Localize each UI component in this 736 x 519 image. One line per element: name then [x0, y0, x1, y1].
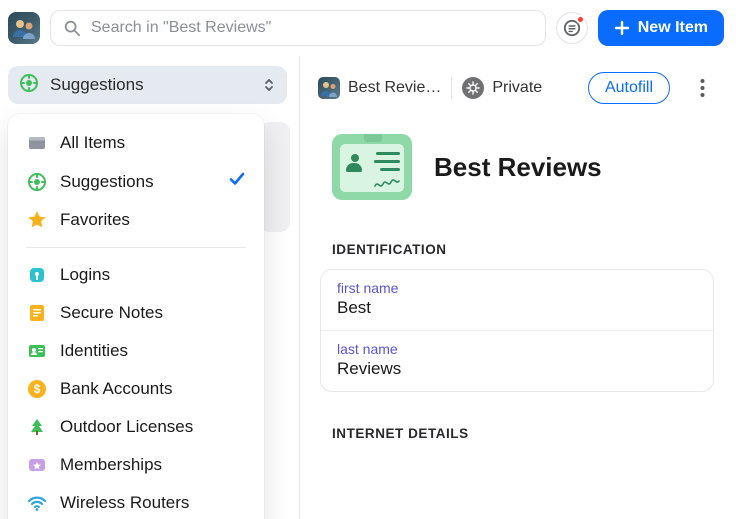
wifi-icon	[26, 492, 48, 514]
suggestions-icon	[18, 72, 40, 99]
identity-card-icon	[332, 134, 412, 200]
dropdown-item-suggestions[interactable]: Suggestions	[8, 162, 264, 201]
dropdown-item-label: Bank Accounts	[60, 379, 172, 399]
search-field[interactable]	[50, 10, 546, 46]
field-last-name[interactable]: last name Reviews	[321, 330, 713, 391]
plus-icon	[614, 20, 630, 36]
star-icon	[26, 209, 48, 231]
dropdown-item-secure-notes[interactable]: Secure Notes	[8, 294, 264, 332]
account-avatar[interactable]	[8, 12, 40, 44]
field-value: Reviews	[337, 359, 697, 379]
dropdown-item-label: Secure Notes	[60, 303, 163, 323]
dropdown-separator	[26, 247, 246, 248]
new-item-label: New Item	[638, 19, 708, 37]
category-selector[interactable]: Suggestions	[8, 66, 287, 104]
section-heading-identification: IDENTIFICATION	[332, 242, 716, 257]
bank-icon: $	[26, 378, 48, 400]
item-header: Best Reviews	[318, 134, 716, 200]
breadcrumb-separator	[451, 77, 452, 99]
dropdown-item-label: Memberships	[60, 455, 162, 475]
new-item-button[interactable]: New Item	[598, 10, 724, 46]
left-column: Suggestions All Items Suggestions	[0, 56, 300, 519]
dropdown-item-all-items[interactable]: All Items	[8, 124, 264, 162]
field-value: Best	[337, 298, 697, 318]
ellipsis-vertical-icon	[700, 78, 705, 98]
dropdown-item-favorites[interactable]: Favorites	[8, 201, 264, 239]
section-heading-internet: INTERNET DETAILS	[332, 426, 716, 441]
category-selector-label: Suggestions	[50, 75, 251, 95]
tree-icon	[26, 416, 48, 438]
dropdown-item-logins[interactable]: Logins	[8, 256, 264, 294]
breadcrumb-account-label: Best Revie…	[348, 79, 441, 97]
account-icon	[318, 77, 340, 99]
autofill-button[interactable]: Autofill	[588, 72, 670, 104]
detail-pane: Best Revie… Private Autofill	[300, 56, 736, 519]
all-items-icon	[26, 132, 48, 154]
main-body: Suggestions All Items Suggestions	[0, 56, 736, 519]
dropdown-item-memberships[interactable]: Memberships	[8, 446, 264, 484]
breadcrumb-vault-label: Private	[492, 79, 542, 97]
identity-icon	[26, 340, 48, 362]
breadcrumb-vault[interactable]: Private	[462, 77, 542, 99]
dropdown-item-label: Suggestions	[60, 172, 154, 192]
dropdown-item-label: Logins	[60, 265, 110, 285]
search-icon	[63, 19, 81, 37]
people-icon	[11, 15, 37, 41]
note-icon	[26, 302, 48, 324]
dropdown-item-identities[interactable]: Identities	[8, 332, 264, 370]
svg-text:$: $	[34, 382, 41, 396]
dropdown-item-label: Outdoor Licenses	[60, 417, 193, 437]
check-icon	[228, 170, 246, 193]
category-dropdown: All Items Suggestions Favorites	[8, 114, 264, 519]
item-list-placeholder	[260, 122, 290, 232]
search-input[interactable]	[91, 19, 533, 37]
field-label: last name	[337, 341, 697, 357]
suggestions-icon	[26, 171, 48, 193]
membership-icon	[26, 454, 48, 476]
notification-dot-icon	[576, 15, 585, 24]
identification-fields: first name Best last name Reviews	[320, 269, 714, 392]
field-first-name[interactable]: first name Best	[321, 270, 713, 330]
dropdown-item-outdoor-licenses[interactable]: Outdoor Licenses	[8, 408, 264, 446]
chevron-up-down-icon	[261, 77, 277, 93]
top-bar: New Item	[0, 0, 736, 56]
breadcrumb-account[interactable]: Best Revie…	[318, 77, 441, 99]
field-label: first name	[337, 280, 697, 296]
key-icon	[26, 264, 48, 286]
item-title: Best Reviews	[434, 152, 602, 183]
dropdown-item-bank-accounts[interactable]: $ Bank Accounts	[8, 370, 264, 408]
dropdown-item-wireless-routers[interactable]: Wireless Routers	[8, 484, 264, 519]
dropdown-item-label: All Items	[60, 133, 125, 153]
breadcrumb: Best Revie… Private Autofill	[318, 72, 716, 104]
dropdown-item-label: Wireless Routers	[60, 493, 189, 513]
gear-icon	[462, 77, 484, 99]
quick-access-button[interactable]	[556, 12, 588, 44]
dropdown-item-label: Identities	[60, 341, 128, 361]
more-options-button[interactable]	[688, 74, 716, 102]
dropdown-item-label: Favorites	[60, 210, 130, 230]
